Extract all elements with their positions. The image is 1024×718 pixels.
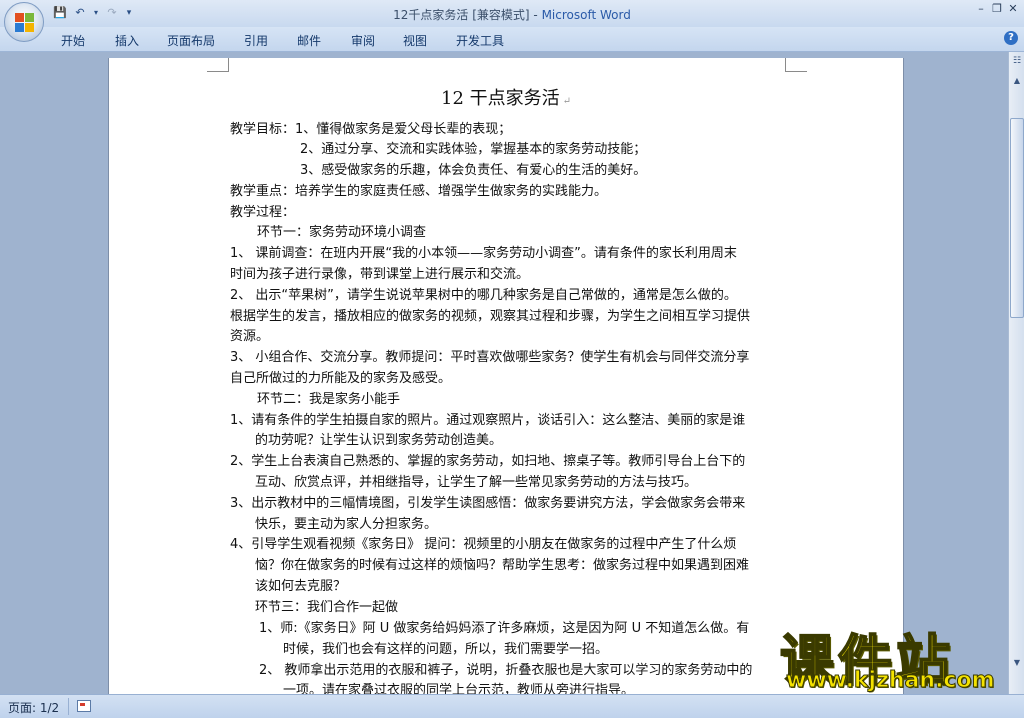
minimize-icon[interactable]: – — [974, 2, 988, 16]
doc-line: 1、师:《家务日》阿 U 做家务给妈妈添了许多麻烦，这是因为阿 U 不知道怎么做… — [259, 621, 750, 636]
close-icon[interactable]: ✕ — [1006, 2, 1020, 16]
doc-line: 3、 小组合作、交流分享。教师提问：平时喜欢做哪些家务？使学生有机会与同伴交流分… — [230, 350, 750, 365]
status-separator — [68, 698, 69, 715]
tab-home[interactable]: 开始 — [61, 32, 85, 49]
document-title-text: 12 干点家务活 — [441, 88, 560, 109]
doc-line: 4、引导学生观看视频《家务日》 提问：视频里的小朋友在做家务的过程中产生了什么烦 — [230, 537, 737, 552]
doc-line: 1、请有条件的学生拍摄自家的照片。通过观察照片，谈话引入：这么整洁、美丽的家是谁 — [230, 413, 746, 428]
doc-line: 环节一：家务劳动环境小调查 — [257, 225, 427, 240]
doc-line: 时候，我们也会有这样的问题，所以，我们需要学一招。 — [283, 642, 609, 657]
status-bar: 页面: 1/2 — [0, 694, 1024, 718]
doc-line: 3、感受做家务的乐趣，体会负责任、有爱心的生活的美好。 — [300, 163, 647, 178]
doc-line: 教学目标：1、懂得做家务是爱父母长辈的表现； — [230, 122, 512, 137]
help-icon[interactable]: ? — [1004, 31, 1018, 45]
window-title-doc: 12千点家务活 [兼容模式] - — [393, 8, 542, 22]
vertical-scrollbar[interactable]: ☷ ▲ ▼ — [1008, 52, 1024, 694]
doc-line: 2、 教师拿出示范用的衣服和裤子，说明，折叠衣服也是大家可以学习的家务劳动中的 — [259, 663, 753, 678]
doc-line: 1、 课前调查：在班内开展“我的小本领——家务劳动小调查”。请有条件的家长利用周… — [230, 246, 737, 261]
restore-icon[interactable]: ❐ — [990, 2, 1004, 16]
tab-view[interactable]: 视图 — [403, 32, 427, 49]
title-bar: 💾 ↶ ▾ ↷ ▾ 12千点家务活 [兼容模式] - Microsoft Wor… — [0, 0, 1024, 27]
tab-references[interactable]: 引用 — [244, 32, 268, 49]
tab-mailings[interactable]: 邮件 — [297, 32, 321, 49]
doc-line: 2、通过分享、交流和实践体验，掌握基本的家务劳动技能； — [300, 142, 647, 157]
doc-line: 教学重点：培养学生的家庭责任感、增强学生做家务的实践能力。 — [230, 184, 608, 199]
doc-line: 该如何去克服？ — [255, 579, 347, 594]
scroll-thumb[interactable] — [1010, 118, 1024, 318]
doc-line: 恼？你在做家务的时候有过这样的烦恼吗？帮助学生思考：做家务过程中如果遇到困难 — [255, 558, 750, 573]
doc-line: 时间为孩子进行录像，带到课堂上进行展示和交流。 — [230, 267, 530, 282]
crop-mark-top-left — [207, 58, 229, 72]
tab-developer[interactable]: 开发工具 — [456, 32, 504, 49]
window-controls: – ❐ ✕ — [974, 2, 1020, 16]
crop-mark-top-right — [785, 58, 807, 72]
doc-line: 3、出示教材中的三幅情境图，引发学生读图感悟：做家务要讲究方法，学会做家务会带来 — [230, 496, 746, 511]
office-logo-icon — [15, 13, 34, 32]
doc-line: 2、学生上台表演自己熟悉的、掌握的家务劳动，如扫地、擦桌子等。教师引导台上台下的 — [230, 454, 746, 469]
proofing-icon[interactable] — [77, 700, 91, 712]
document-page[interactable]: 12 干点家务活 ↵ 教学目标：1、懂得做家务是爱父母长辈的表现； 2、通过分享、… — [108, 58, 904, 698]
doc-line: 的功劳呢？让学生认识到家务劳动创造美。 — [255, 433, 503, 448]
paragraph-mark: ↵ — [562, 96, 572, 107]
doc-line: 快乐，要主动为家人分担家务。 — [255, 517, 438, 532]
scroll-up-icon[interactable]: ▲ — [1010, 74, 1024, 88]
scroll-down-icon[interactable]: ▼ — [1010, 658, 1024, 670]
doc-line: 教学过程： — [230, 205, 296, 220]
window-title-app: Microsoft Word — [541, 8, 631, 22]
tab-review[interactable]: 审阅 — [351, 32, 375, 49]
doc-line: 资源。 — [230, 329, 270, 344]
tab-insert[interactable]: 插入 — [115, 32, 139, 49]
watermark-url: www.kjzhan.com — [786, 668, 996, 694]
doc-line: 2、 出示“苹果树”，请学生说说苹果树中的哪几种家务是自己常做的，通常是怎么做的… — [230, 288, 737, 303]
doc-line: 互动、欣赏点评，并相继指导，让学生了解一些常见家务劳动的方法与技巧。 — [255, 475, 698, 490]
doc-line: 自己所做过的力所能及的家务及感受。 — [230, 371, 452, 386]
ruler-toggle-icon[interactable]: ☷ — [1011, 56, 1023, 68]
tab-page-layout[interactable]: 页面布局 — [167, 32, 215, 49]
doc-line: 根据学生的发言，播放相应的做家务的视频，观察其过程和步骤，为学生之间相互学习提供 — [230, 309, 751, 324]
office-button[interactable] — [4, 2, 44, 42]
doc-line: 环节三：我们合作一起做 — [255, 600, 399, 615]
doc-line: 环节二：我是家务小能手 — [257, 392, 401, 407]
page-indicator[interactable]: 页面: 1/2 — [8, 699, 59, 716]
document-title: 12 干点家务活 ↵ — [441, 84, 571, 110]
ribbon-tabs: 开始 插入 页面布局 引用 邮件 审阅 视图 开发工具 — [0, 27, 1024, 52]
window-title: 12千点家务活 [兼容模式] - Microsoft Word — [0, 6, 1024, 23]
